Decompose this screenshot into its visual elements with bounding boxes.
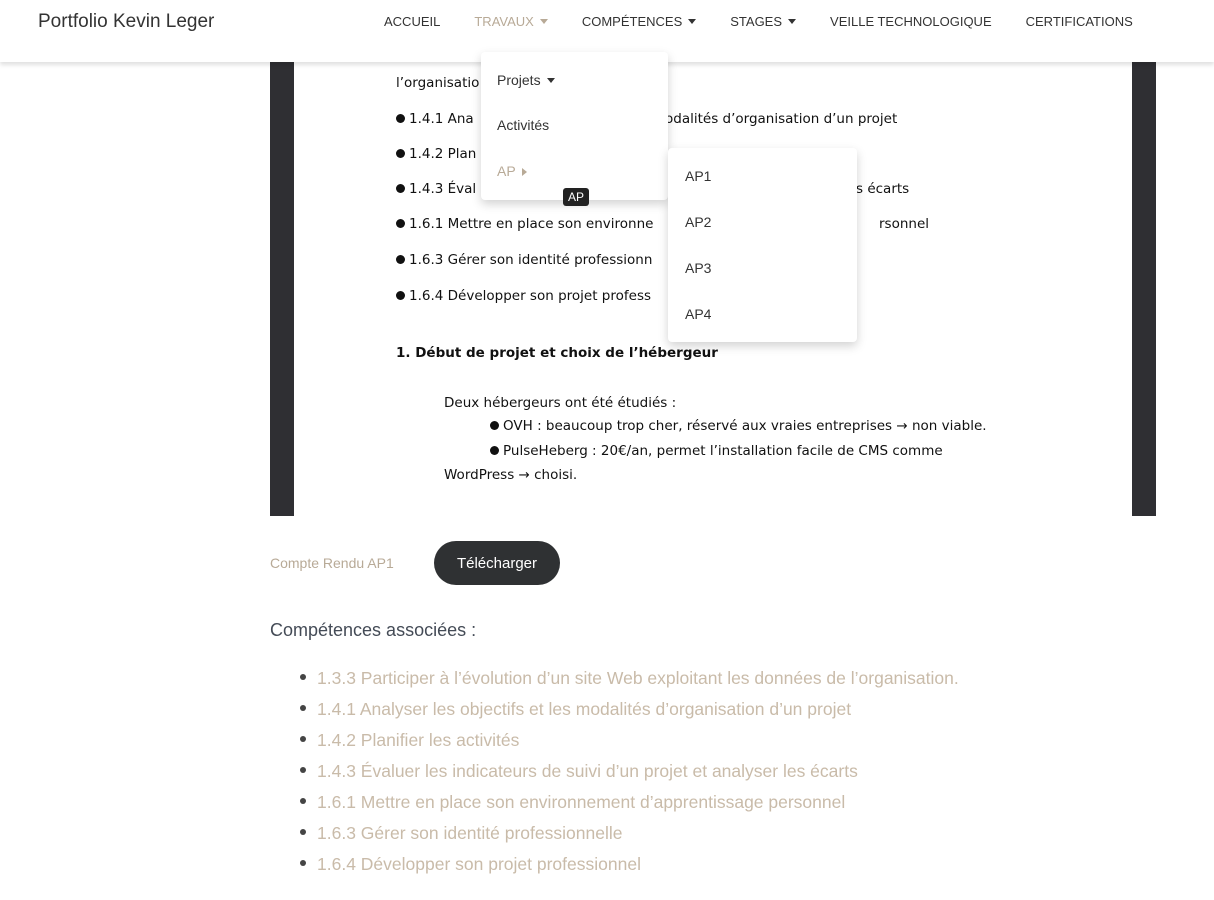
nav-item-label: COMPÉTENCES <box>581 14 683 29</box>
dropdown-item-label: Projets <box>497 72 541 88</box>
doc-line: 1.4.3 Éval <box>396 181 476 197</box>
doc-line: 1.4.1 Ana <box>396 111 474 127</box>
list-item-text: 1.6.3 Gérer son identité professionnelle <box>317 823 623 843</box>
nav-item-label: ACCUEIL <box>384 14 441 29</box>
submenu-item-ap3[interactable]: AP3 <box>685 260 711 276</box>
travaux-dropdown: Projets Activités AP <box>481 52 668 200</box>
dropdown-item-label: AP <box>497 163 516 179</box>
bullet-icon <box>300 736 306 742</box>
doc-line: 1.6.4 Développer son projet profess <box>396 288 651 304</box>
nav-item-stages[interactable]: STAGES <box>730 14 797 29</box>
bullet-icon <box>490 446 499 455</box>
list-item: 1.6.3 Gérer son identité professionnelle <box>300 823 959 854</box>
doc-line: OVH : beaucoup trop cher, réservé aux vr… <box>490 418 987 434</box>
doc-line-text: 1.6.1 Mettre en place son environne <box>409 216 654 232</box>
brand-link[interactable]: Portfolio Kevin Leger <box>38 11 214 33</box>
dropdown-item-activites[interactable]: Activités <box>497 117 549 133</box>
caret-down-icon <box>539 19 548 24</box>
bullet-icon <box>396 255 405 264</box>
doc-line-text: PulseHeberg : 20€/an, permet l’installat… <box>503 443 943 459</box>
doc-line: odalités d’organisation d’un projet <box>665 111 898 127</box>
nav-item-label: VEILLE TECHNOLOGIQUE <box>830 14 992 29</box>
submenu-item-ap4[interactable]: AP4 <box>685 306 711 322</box>
nav-item-label: CERTIFICATIONS <box>1025 14 1133 29</box>
tooltip: AP <box>563 188 590 206</box>
doc-line-text: OVH : beaucoup trop cher, réservé aux vr… <box>503 418 987 434</box>
download-button[interactable]: Télécharger <box>434 541 560 585</box>
nav-menu: ACCUEIL TRAVAUX COMPÉTENCES STAGES VEILL… <box>384 14 1167 29</box>
bullet-icon <box>396 114 405 123</box>
ap-submenu: AP1 AP2 AP3 AP4 <box>668 148 857 342</box>
list-item-text: 1.4.3 Évaluer les indicateurs de suivi d… <box>317 761 858 781</box>
doc-line: 1.4.2 Plan <box>396 146 476 162</box>
list-item-text: 1.4.1 Analyser les objectifs et les moda… <box>317 699 852 719</box>
submenu-item-ap1[interactable]: AP1 <box>685 168 711 184</box>
doc-line-text: 1.6.4 Développer son projet profess <box>409 288 652 304</box>
list-item-text: 1.3.3 Participer à l’évolution d’un site… <box>317 668 959 688</box>
list-item: 1.6.1 Mettre en place son environnement … <box>300 792 959 823</box>
bullet-icon <box>300 767 306 773</box>
dropdown-item-label: Activités <box>497 117 550 133</box>
list-item: 1.3.3 Participer à l’évolution d’un site… <box>300 668 959 699</box>
doc-line: rsonnel <box>879 216 930 232</box>
doc-line-text: 1.4.3 Éval <box>409 181 477 197</box>
list-item-text: 1.6.1 Mettre en place son environnement … <box>317 792 846 812</box>
nav-item-certifications[interactable]: CERTIFICATIONS <box>1026 14 1133 29</box>
doc-line: WordPress → choisi. <box>444 467 578 483</box>
dropdown-item-projets[interactable]: Projets <box>497 72 555 88</box>
bullet-icon <box>490 421 499 430</box>
bullet-icon <box>300 860 306 866</box>
dropdown-item-ap[interactable]: AP <box>497 163 527 179</box>
doc-line: Deux hébergeurs ont été étudiés : <box>444 395 677 411</box>
nav-item-label: TRAVAUX <box>474 14 534 29</box>
bullet-icon <box>396 149 405 158</box>
list-item: 1.4.1 Analyser les objectifs et les moda… <box>300 699 959 730</box>
doc-line-text: 1.6.3 Gérer son identité professionn <box>409 252 653 268</box>
doc-heading: 1. Début de projet et choix de l’héberge… <box>396 345 718 361</box>
bullet-icon <box>300 705 306 711</box>
doc-line-text: 1.4.2 Plan <box>409 146 477 162</box>
bullet-icon <box>300 674 306 680</box>
skills-title: Compétences associées : <box>270 620 477 640</box>
report-label: Compte Rendu AP1 <box>270 555 394 571</box>
caret-right-icon <box>521 168 527 176</box>
doc-line: l’organisatio <box>396 75 480 91</box>
bullet-icon <box>396 184 405 193</box>
list-item: 1.4.3 Évaluer les indicateurs de suivi d… <box>300 761 959 792</box>
nav-item-travaux[interactable]: TRAVAUX <box>474 14 548 29</box>
bullet-icon <box>396 219 405 228</box>
list-item: 1.4.2 Planifier les activités <box>300 730 959 761</box>
nav-item-veille[interactable]: VEILLE TECHNOLOGIQUE <box>830 14 992 29</box>
caret-down-icon <box>688 19 697 24</box>
nav-item-accueil[interactable]: ACCUEIL <box>384 14 440 29</box>
skills-list: 1.3.3 Participer à l’évolution d’un site… <box>300 668 959 885</box>
caret-down-icon <box>546 78 555 83</box>
nav-item-label: STAGES <box>730 14 783 29</box>
doc-line: 1.6.3 Gérer son identité professionn <box>396 252 652 268</box>
bullet-icon <box>300 829 306 835</box>
caret-down-icon <box>788 19 797 24</box>
list-item: 1.6.4 Développer son projet professionne… <box>300 854 959 885</box>
bullet-icon <box>300 798 306 804</box>
nav-item-competences[interactable]: COMPÉTENCES <box>581 14 697 29</box>
list-item-text: 1.6.4 Développer son projet professionne… <box>317 854 641 874</box>
doc-line-text: 1.4.1 Ana <box>409 111 474 127</box>
bullet-icon <box>396 291 405 300</box>
submenu-item-ap2[interactable]: AP2 <box>685 214 711 230</box>
doc-line: 1.6.1 Mettre en place son environne <box>396 216 653 232</box>
doc-line: PulseHeberg : 20€/an, permet l’installat… <box>490 443 943 459</box>
doc-line: s écarts <box>856 181 910 197</box>
list-item-text: 1.4.2 Planifier les activités <box>317 730 520 750</box>
